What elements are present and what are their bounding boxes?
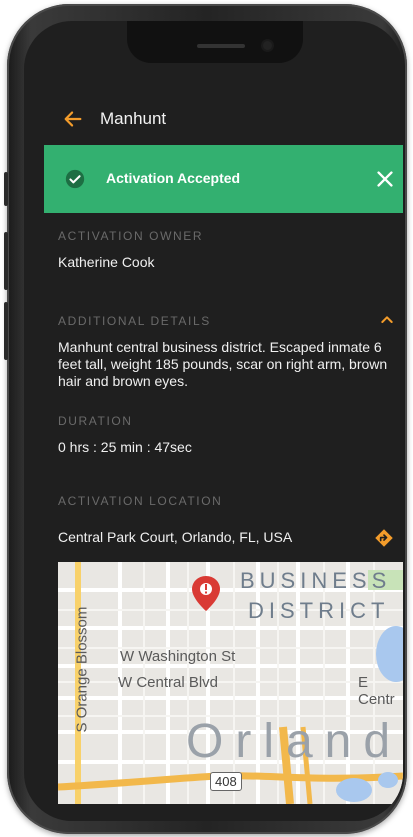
arrow-left-icon[interactable]	[62, 108, 84, 130]
notch	[127, 21, 303, 63]
details-label: ADDITIONAL DETAILS	[58, 314, 211, 328]
volume-up-button	[4, 232, 8, 290]
owner-value: Katherine Cook	[58, 254, 155, 270]
camera	[263, 41, 272, 50]
location-label: ACTIVATION LOCATION	[58, 494, 223, 508]
duration-value: 0 hrs : 25 min : 47sec	[58, 439, 192, 455]
route-shield: 408	[210, 772, 242, 791]
page-title: Manhunt	[100, 109, 167, 128]
location-map[interactable]: BUSINESS DISTRICT W Washington St W Cent…	[58, 562, 403, 804]
map-label-washington: W Washington St	[120, 648, 236, 665]
speaker	[197, 44, 245, 48]
map-label-central: W Central Blvd	[118, 674, 219, 691]
duration-label: DURATION	[58, 414, 133, 428]
map-label-district: DISTRICT	[248, 598, 390, 623]
screen: Manhunt Activation Accepted ACTIVATION O…	[24, 21, 403, 821]
app-bar: Manhunt	[24, 97, 403, 143]
chevron-up-icon[interactable]	[379, 312, 395, 328]
location-address: Central Park Court, Orlando, FL, USA	[58, 529, 293, 545]
mute-switch	[4, 172, 8, 206]
volume-down-button	[4, 302, 8, 360]
activation-banner: Activation Accepted	[44, 145, 403, 213]
details-text: Manhunt central business district. Escap…	[58, 339, 388, 389]
directions-icon[interactable]	[374, 528, 394, 548]
close-icon[interactable]	[374, 168, 396, 190]
banner-message: Activation Accepted	[106, 170, 241, 186]
map-label-city: Orland	[186, 715, 403, 768]
map-label-central-east: E Centr	[358, 674, 395, 708]
map-label-blossom: S Orange Blossom	[73, 606, 91, 733]
map-label-business: BUSINESS	[240, 568, 392, 593]
phone-frame: Manhunt Activation Accepted ACTIVATION O…	[4, 4, 407, 834]
check-circle-icon	[65, 169, 85, 189]
owner-label: ACTIVATION OWNER	[58, 229, 204, 243]
